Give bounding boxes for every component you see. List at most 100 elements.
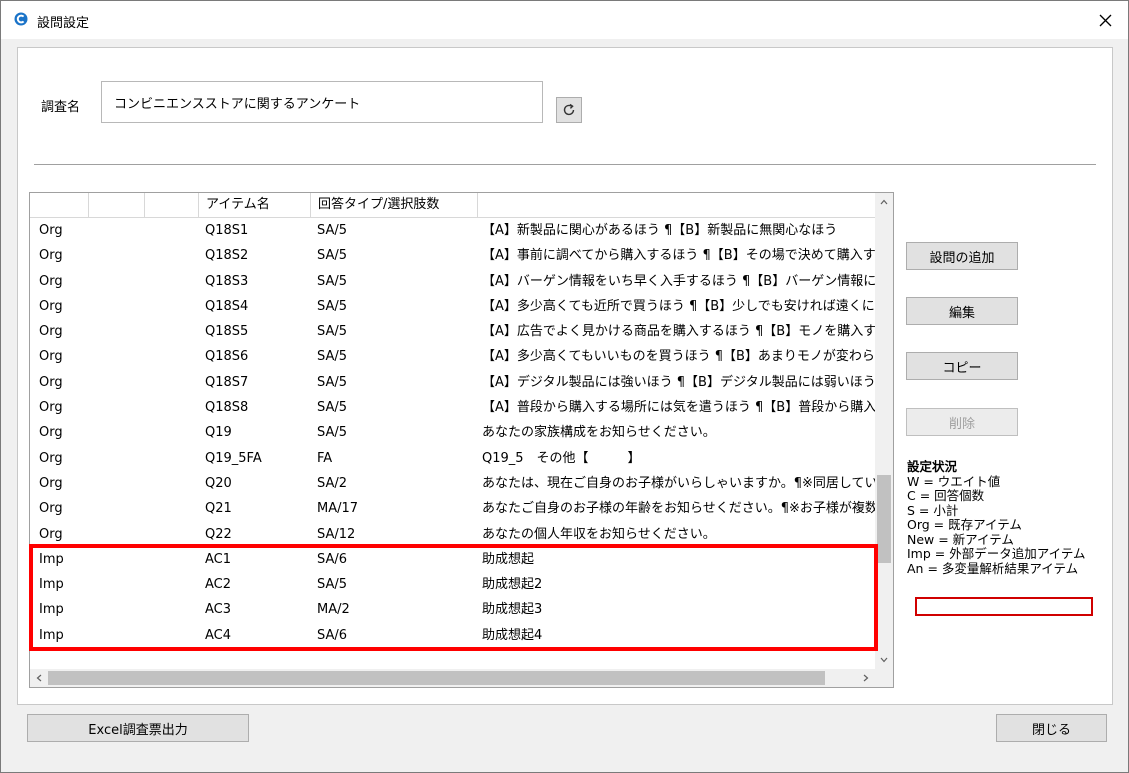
scroll-up-button[interactable]: [875, 193, 893, 211]
grid-header: アイテム名 回答タイプ/選択肢数: [30, 193, 875, 218]
row-answer-type-cell: SA/2: [317, 475, 348, 491]
item-grid[interactable]: アイテム名 回答タイプ/選択肢数 Org Q18S1 SA/5 【A】新製品に関心があ…: [29, 192, 894, 688]
row-type-cell: Org: [39, 475, 63, 491]
status-legend: 設定状況 W = ウエイト値 C = 回答個数 S = 小計 Org = 既存ア…: [907, 459, 1086, 576]
excel-export-button[interactable]: Excel調査票出力: [27, 714, 249, 742]
table-row[interactable]: Org Q18S8 SA/5 【A】普段から購入する場所には気を遣うほう ¶【B】普段…: [30, 395, 875, 420]
scroll-left-button[interactable]: [30, 669, 48, 687]
row-question-text-cell: あなたは、現在ご自身のお子様がいらしゃいますか。¶※同居しているかどうか: [482, 475, 875, 491]
delete-button[interactable]: 削除: [906, 408, 1018, 436]
refresh-icon: [563, 103, 575, 116]
row-question-text-cell: 【A】事前に調べてから購入するほう ¶【B】その場で決めて購入するほう: [482, 248, 875, 264]
row-question-text-cell: 助成想起3: [482, 602, 543, 618]
row-item-name-cell: AC1: [205, 551, 232, 567]
row-question-text-cell: 【A】広告でよく見かける商品を購入するほう ¶【B】モノを購入する際、広告: [482, 324, 875, 340]
table-row[interactable]: Org Q19_5FA FA Q19_5 その他【 】: [30, 446, 875, 471]
table-row[interactable]: Org Q18S3 SA/5 【A】バーゲン情報をいち早く入手するほう ¶【B】バーゲ…: [30, 269, 875, 294]
row-question-text-cell: あなたの家族構成をお知らせください。: [482, 425, 716, 441]
row-question-text-cell: 【A】普段から購入する場所には気を遣うほう ¶【B】普段から購入する場所: [482, 400, 875, 416]
row-type-cell: Org: [39, 450, 63, 466]
header-cell-2[interactable]: [89, 193, 145, 217]
scroll-down-button[interactable]: [875, 651, 893, 669]
close-icon: [1099, 14, 1111, 26]
row-item-name-cell: Q18S4: [205, 298, 249, 314]
row-question-text-cell: 【A】新製品に関心があるほう ¶【B】新製品に無関心なほう: [482, 223, 838, 238]
legend-item-weight: W = ウエイト値: [907, 473, 1001, 489]
row-item-name-cell: Q22: [205, 526, 232, 542]
horizontal-scroll-thumb[interactable]: [48, 671, 825, 685]
row-question-text-cell: あなたの個人年収をお知らせください。: [482, 526, 716, 542]
legend-item-imp: Imp = 外部データ追加アイテム: [907, 546, 1086, 561]
table-row[interactable]: Org Q21 MA/17 あなたご自身のお子様の年齢をお知らせください。¶※お子様が…: [30, 496, 875, 521]
table-row[interactable]: Imp AC1 SA/6 助成想起: [30, 547, 875, 572]
row-type-cell: Org: [39, 273, 63, 289]
row-type-cell: Org: [39, 248, 63, 264]
table-row[interactable]: Org Q18S5 SA/5 【A】広告でよく見かける商品を購入するほう ¶【B】モノ…: [30, 319, 875, 344]
row-type-cell: Org: [39, 374, 63, 390]
row-answer-type-cell: SA/5: [317, 400, 348, 416]
survey-name-value: コンビニエンスストアに関するアンケート: [114, 96, 361, 112]
legend-item-an: An = 多変量解析結果アイテム: [907, 560, 1079, 576]
legend-title: 設定状況: [907, 459, 958, 474]
refresh-button[interactable]: [556, 97, 582, 123]
row-answer-type-cell: SA/6: [317, 627, 348, 643]
vertical-scrollbar[interactable]: [875, 193, 893, 669]
table-row[interactable]: Imp AC2 SA/5 助成想起2: [30, 572, 875, 597]
row-type-cell: Imp: [39, 577, 64, 593]
scroll-right-button[interactable]: [857, 669, 875, 687]
close-window-button[interactable]: [1082, 1, 1128, 39]
title-bar: 設問設定: [1, 1, 1128, 39]
horizontal-scrollbar[interactable]: [30, 669, 875, 687]
vertical-scroll-thumb[interactable]: [877, 475, 891, 563]
survey-name-field[interactable]: コンビニエンスストアに関するアンケート: [101, 81, 543, 123]
chevron-left-icon: [36, 674, 42, 682]
row-item-name-cell: Q18S6: [205, 349, 249, 365]
row-item-name-cell: AC2: [205, 577, 232, 593]
row-answer-type-cell: SA/5: [317, 349, 348, 365]
add-question-button[interactable]: 設問の追加: [906, 242, 1018, 270]
row-question-text-cell: Q19_5 その他【 】: [482, 450, 641, 466]
row-item-name-cell: AC3: [205, 602, 232, 618]
row-answer-type-cell: FA: [317, 450, 333, 466]
header-cell-3[interactable]: [145, 193, 199, 217]
row-type-cell: Org: [39, 223, 63, 238]
table-row[interactable]: Org Q18S1 SA/5 【A】新製品に関心があるほう ¶【B】新製品に無関心なほ…: [30, 218, 875, 243]
table-row[interactable]: Org Q18S6 SA/5 【A】多少高くてもいいものを買うほう ¶【B】あまりモノ…: [30, 344, 875, 369]
close-button[interactable]: 閉じる: [996, 714, 1107, 742]
row-answer-type-cell: SA/5: [317, 324, 348, 340]
legend-item-org: Org = 既存アイテム: [907, 517, 1022, 532]
row-answer-type-cell: SA/5: [317, 577, 348, 593]
row-item-name-cell: Q21: [205, 501, 232, 517]
table-row[interactable]: Imp AC3 MA/2 助成想起3: [30, 597, 875, 622]
row-question-text-cell: 【A】バーゲン情報をいち早く入手するほう ¶【B】バーゲン情報には興味がな: [482, 273, 875, 289]
table-row[interactable]: Org Q18S4 SA/5 【A】多少高くても近所で買うほう ¶【B】少しでも安けれ…: [30, 294, 875, 319]
row-type-cell: Org: [39, 501, 63, 517]
table-row[interactable]: Org Q18S7 SA/5 【A】デジタル製品には強いほう ¶【B】デジタル製品には…: [30, 370, 875, 395]
row-question-text-cell: 【A】多少高くてもいいものを買うほう ¶【B】あまりモノが変わらなければ、安: [482, 349, 875, 365]
header-question-text[interactable]: [478, 193, 875, 217]
table-row[interactable]: Org Q19 SA/5 あなたの家族構成をお知らせください。: [30, 420, 875, 445]
table-row[interactable]: Org Q18S2 SA/5 【A】事前に調べてから購入するほう ¶【B】その場で決め…: [30, 243, 875, 268]
separator-line: [34, 164, 1096, 165]
row-type-cell: Imp: [39, 602, 64, 618]
row-type-cell: Org: [39, 526, 63, 542]
chevron-down-icon: [880, 657, 888, 663]
row-item-name-cell: Q19_5FA: [205, 450, 262, 466]
chevron-up-icon: [880, 199, 888, 205]
header-item-name[interactable]: アイテム名: [199, 193, 311, 217]
table-row[interactable]: Imp AC4 SA/6 助成想起4: [30, 623, 875, 648]
row-question-text-cell: 助成想起2: [482, 577, 543, 593]
table-row[interactable]: Org Q22 SA/12 あなたの個人年収をお知らせください。: [30, 522, 875, 547]
row-item-name-cell: AC4: [205, 627, 232, 643]
dialog-window: 設問設定 調査名 コンビニエンスストアに関するアンケート アイテム名 回答タイプ…: [0, 0, 1129, 773]
row-type-cell: Imp: [39, 627, 64, 643]
legend-item-subtotal: S = 小計: [907, 502, 959, 518]
copy-button[interactable]: コピー: [906, 352, 1018, 380]
table-row[interactable]: Org Q20 SA/2 あなたは、現在ご自身のお子様がいらしゃいますか。¶※同居して…: [30, 471, 875, 496]
grid-rows: Org Q18S1 SA/5 【A】新製品に関心があるほう ¶【B】新製品に無関心なほ…: [30, 218, 875, 668]
row-question-text-cell: 助成想起4: [482, 627, 543, 643]
header-cell-1[interactable]: [30, 193, 89, 217]
header-answer-type[interactable]: 回答タイプ/選択肢数: [311, 193, 478, 217]
edit-button[interactable]: 編集: [906, 297, 1018, 325]
row-item-name-cell: Q20: [205, 475, 232, 491]
